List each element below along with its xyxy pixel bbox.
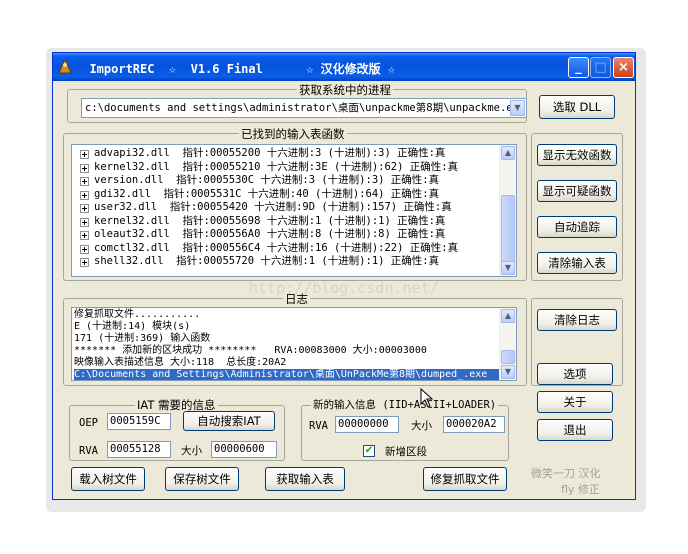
minimize-icon[interactable]: _ <box>568 57 589 78</box>
show-invalid-button[interactable]: 显示无效函数 <box>537 144 617 166</box>
import-tree-row[interactable]: gdi32.dll 指针:0005531C 十六进制:40 (十进制):64) … <box>72 188 500 201</box>
scroll-thumb[interactable] <box>501 195 515 267</box>
expand-plus-icon[interactable] <box>80 190 89 200</box>
title-bar[interactable]: ImportREC ☆ V1.6 Final ☆ 汉化修改版 ☆ _ □ × <box>53 53 635 81</box>
scroll-thumb[interactable] <box>501 350 515 364</box>
log-line[interactable]: E (十进制:14) 模块(s) <box>74 321 500 333</box>
watermark-text: http://blog.csdn.net/ <box>249 279 439 297</box>
import-tree-row[interactable]: comctl32.dll 指针:000556C4 十六进制:16 (十进制):2… <box>72 242 500 255</box>
import-tree-row[interactable]: kernel32.dll 指针:00055210 十六进制:3E (十进制):6… <box>72 161 500 174</box>
auto-trace-button[interactable]: 自动追踪 <box>537 216 617 238</box>
log-scrollbar[interactable]: ▲ ▼ <box>499 308 516 380</box>
log-line-selected[interactable]: C:\Documents and Settings\Administrator\… <box>74 369 500 380</box>
import-row-text: comctl32.dll 指针:000556C4 十六进制:16 (十进制):2… <box>94 241 459 254</box>
chevron-down-icon[interactable]: ▼ <box>510 100 525 116</box>
clear-log-button[interactable]: 清除日志 <box>537 309 617 331</box>
expand-plus-icon[interactable] <box>80 231 89 240</box>
import-row-text: advapi32.dll 指针:00055200 十六进制:3 (十进制):3)… <box>94 147 446 159</box>
imports-tree[interactable]: advapi32.dll 指针:00055200 十六进制:3 (十进制):3)… <box>71 144 517 277</box>
imports-scrollbar[interactable]: ▲ ▼ <box>499 145 516 276</box>
expand-plus-icon[interactable] <box>80 163 89 173</box>
add-section-checkbox[interactable]: ✔ <box>363 445 375 457</box>
expand-plus-icon[interactable] <box>80 244 89 254</box>
maximize-icon: □ <box>590 57 611 78</box>
import-tree-row[interactable]: shell32.dll 指针:00055720 十六进制:1 (十进制):1) … <box>72 255 500 268</box>
auto-search-iat-button[interactable]: 自动搜索IAT <box>183 411 275 431</box>
exit-button[interactable]: 退出 <box>537 419 613 441</box>
save-tree-button[interactable]: 保存树文件 <box>165 467 239 491</box>
import-row-text: user32.dll 指针:00055420 十六进制:9D (十进制):157… <box>94 201 452 213</box>
import-row-text: gdi32.dll 指针:0005531C 十六进制:40 (十进制):64) … <box>94 187 440 200</box>
process-selected-value: c:\documents and settings\administrator\… <box>85 102 526 114</box>
scroll-up-icon[interactable]: ▲ <box>501 309 515 323</box>
mouse-cursor-icon <box>420 388 434 408</box>
import-row-text: kernel32.dll 指针:00055210 十六进制:3E (十进制):6… <box>94 160 459 173</box>
select-dll-button[interactable]: 选取 DLL <box>539 95 615 119</box>
process-select[interactable]: c:\documents and settings\administrator\… <box>81 98 527 118</box>
credit-translator: 微笑一刀 汉化 <box>531 467 601 480</box>
show-suspect-button[interactable]: 显示可疑函数 <box>537 180 617 202</box>
oep-field[interactable]: 0005159C <box>107 413 171 430</box>
about-button[interactable]: 关于 <box>537 391 613 413</box>
process-group-label: 获取系统中的进程 <box>297 82 393 98</box>
app-icon <box>58 60 72 74</box>
oep-label: OEP <box>79 417 98 429</box>
load-tree-button[interactable]: 载入树文件 <box>71 467 145 491</box>
log-line[interactable]: ******* 添加新的区块成功 ******** RVA:00083000 大… <box>74 345 500 357</box>
log-line[interactable]: 修复抓取文件........... <box>74 309 500 321</box>
import-tree-row[interactable]: advapi32.dll 指针:00055200 十六进制:3 (十进制):3)… <box>72 147 500 160</box>
log-line[interactable]: 映像输入表描述信息 大小:118 总长度:20A2 <box>74 357 500 369</box>
window-title: ImportREC ☆ V1.6 Final ☆ 汉化修改版 ☆ <box>75 62 396 76</box>
new-size-field[interactable]: 000020A2 <box>443 416 505 433</box>
new-rva-label: RVA <box>309 420 328 432</box>
log-line[interactable]: 171 (十进制:369) 输入函数 <box>74 333 500 345</box>
add-section-label: 新增区段 <box>385 446 427 458</box>
import-tree-row[interactable]: version.dll 指针:0005530C 十六进制:3 (十进制):3) … <box>72 174 500 187</box>
fix-dump-button[interactable]: 修复抓取文件 <box>423 467 507 491</box>
clear-imports-button[interactable]: 清除输入表 <box>537 252 617 274</box>
new-import-group-label: 新的输入信息 (IID+ASCII+LOADER) <box>311 397 499 412</box>
size-field[interactable]: 00000600 <box>211 441 277 458</box>
close-icon[interactable]: × <box>613 57 634 78</box>
options-button[interactable]: 选项 <box>537 363 613 385</box>
new-rva-field[interactable]: 00000000 <box>335 416 399 433</box>
import-tree-row[interactable]: user32.dll 指针:00055420 十六进制:9D (十进制):157… <box>72 201 500 214</box>
imports-group-label: 已找到的输入表函数 <box>239 126 347 142</box>
new-size-label: 大小 <box>411 420 432 432</box>
rva-label: RVA <box>79 445 98 457</box>
import-tree-row[interactable]: oleaut32.dll 指针:000556A0 十六进制:8 (十进制):8)… <box>72 228 500 241</box>
expand-plus-icon[interactable] <box>80 258 89 267</box>
scroll-up-icon[interactable]: ▲ <box>501 146 515 160</box>
credit-fixer: fly 修正 <box>561 483 600 496</box>
rva-field[interactable]: 00055128 <box>107 441 171 458</box>
scroll-down-icon[interactable]: ▼ <box>501 261 515 275</box>
importrec-window: ImportREC ☆ V1.6 Final ☆ 汉化修改版 ☆ _ □ × 获… <box>52 52 636 500</box>
log-list[interactable]: 修复抓取文件........... E (十进制:14) 模块(s) 171 (十进… <box>71 307 517 381</box>
expand-plus-icon[interactable] <box>80 177 89 186</box>
expand-plus-icon[interactable] <box>80 217 89 227</box>
import-tree-row[interactable]: kernel32.dll 指针:00055698 十六进制:1 (十进制):1)… <box>72 215 500 228</box>
import-row-text: version.dll 指针:0005530C 十六进制:3 (十进制):3) … <box>94 174 440 186</box>
size-label: 大小 <box>181 445 202 457</box>
scroll-down-icon[interactable]: ▼ <box>501 365 515 379</box>
import-row-text: kernel32.dll 指针:00055698 十六进制:1 (十进制):1)… <box>94 214 446 227</box>
import-row-text: shell32.dll 指针:00055720 十六进制:1 (十进制):1) … <box>94 255 440 267</box>
get-imports-button[interactable]: 获取输入表 <box>265 467 345 491</box>
expand-plus-icon[interactable] <box>80 150 89 159</box>
import-row-text: oleaut32.dll 指针:000556A0 十六进制:8 (十进制):8)… <box>94 228 446 240</box>
expand-plus-icon[interactable] <box>80 204 89 213</box>
